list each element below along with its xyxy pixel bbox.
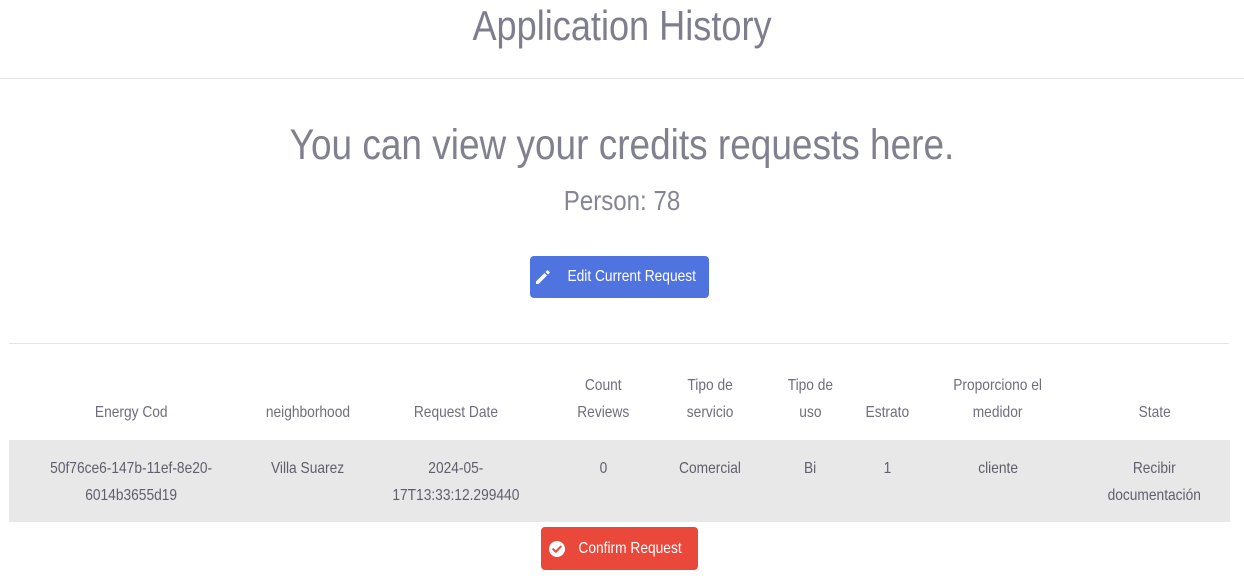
- history-table: Energy Cod neighborhood Request Date Cou…: [9, 344, 1230, 522]
- lead-text: You can view your credits requests here.: [289, 121, 955, 169]
- pencil-icon: [533, 267, 553, 287]
- table-header-row: Energy Cod neighborhood Request Date Cou…: [9, 344, 1230, 440]
- column-header: Count Reviews: [577, 377, 630, 421]
- column-header: Proporciono el medidor: [953, 377, 1043, 421]
- table-row[interactable]: 50f76ce6-147b-11ef-8e20- 6014b3655d19 Vi…: [9, 440, 1230, 522]
- edit-current-request-button[interactable]: Edit Current Request: [530, 256, 709, 298]
- page: Application History You can view your cr…: [0, 0, 1244, 581]
- table-cell: 0: [550, 440, 657, 522]
- table-cell: Recibir documentación: [1079, 440, 1230, 522]
- table-cell: 50f76ce6-147b-11ef-8e20- 6014b3655d19: [9, 440, 253, 522]
- table-cell: Villa Suarez: [253, 440, 362, 522]
- table-cell: Comercial: [657, 440, 764, 522]
- edit-button-label: Edit Current Request: [567, 268, 696, 285]
- page-title: Application History: [472, 2, 772, 49]
- person-label: Person: 78: [563, 185, 681, 216]
- table-cell: cliente: [917, 440, 1079, 522]
- table-cell: Bi: [764, 440, 857, 522]
- column-header: Request Date: [413, 404, 499, 421]
- confirm-request-button[interactable]: Confirm Request: [541, 527, 698, 570]
- table-cell: 2024-05- 17T13:33:12.299440: [362, 440, 550, 522]
- column-header: State: [1138, 404, 1171, 421]
- confirm-button-label: Confirm Request: [578, 539, 683, 557]
- title-divider: [0, 78, 1244, 79]
- column-header: Estrato: [865, 404, 909, 421]
- column-header: Tipo de uso: [787, 377, 834, 421]
- column-header: neighborhood: [265, 404, 350, 421]
- table-cell: 1: [857, 440, 917, 522]
- column-header: Energy Cod: [94, 404, 168, 421]
- check-circle-icon: [548, 540, 566, 558]
- column-header: Tipo de servicio: [687, 377, 734, 421]
